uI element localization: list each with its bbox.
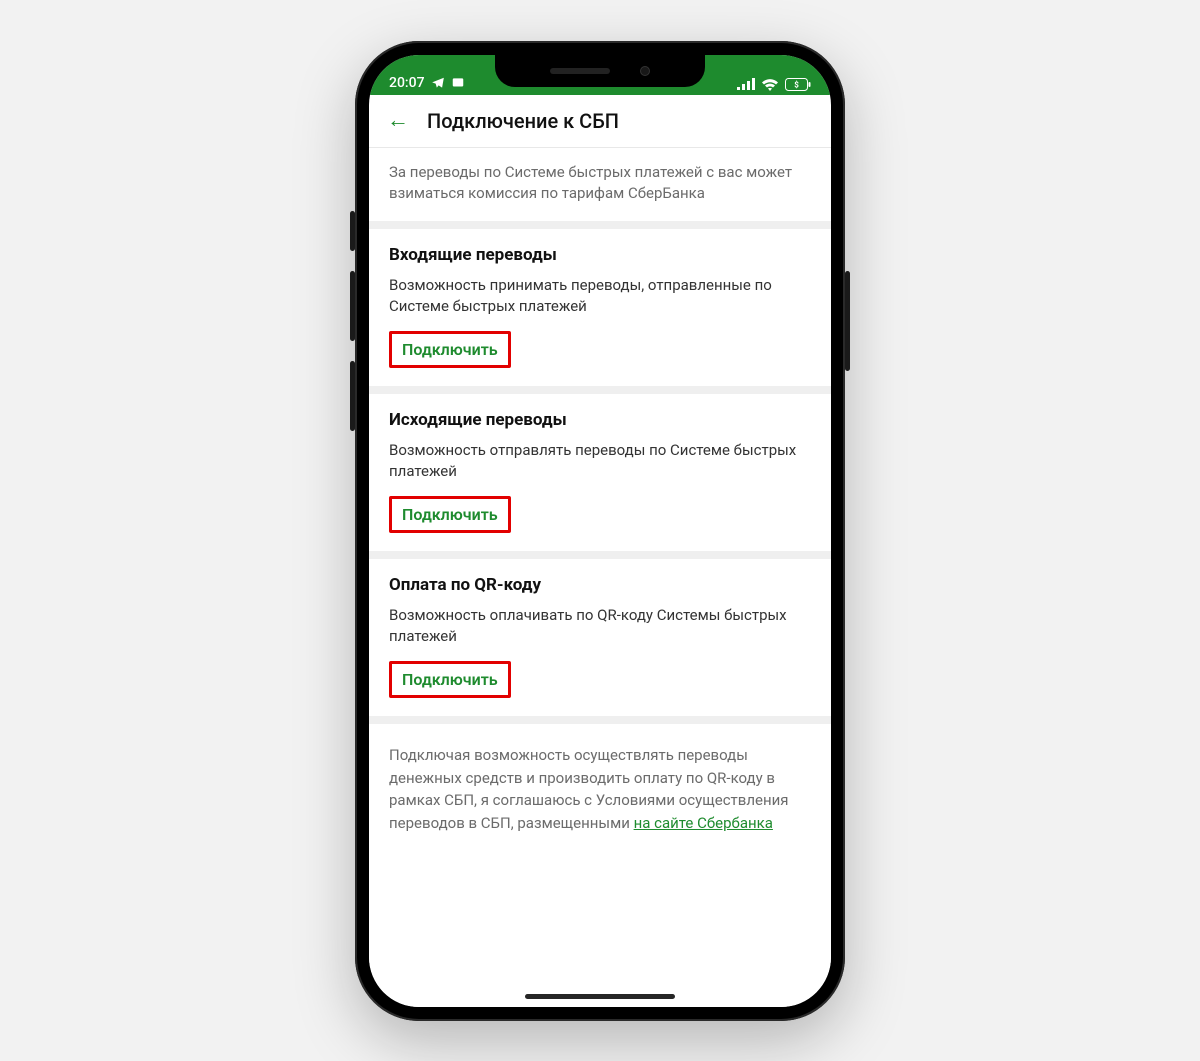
section-incoming-desc: Возможность принимать переводы, отправле… bbox=[389, 275, 811, 317]
section-outgoing: Исходящие переводы Возможность отправлят… bbox=[369, 386, 831, 551]
section-qr: Оплата по QR-коду Возможность оплачивать… bbox=[369, 551, 831, 716]
home-indicator[interactable] bbox=[525, 994, 675, 999]
page-title: Подключение к СБП bbox=[427, 109, 619, 133]
disclaimer-section: Подключая возможность осуществлять перев… bbox=[369, 716, 831, 858]
phone-volume-up bbox=[350, 271, 355, 341]
battery-icon: $ bbox=[785, 78, 811, 91]
content-scroll[interactable]: За переводы по Системе быстрых платежей … bbox=[369, 148, 831, 1007]
wifi-icon bbox=[761, 78, 779, 91]
info-note: За переводы по Системе быстрых платежей … bbox=[369, 148, 831, 222]
highlight-outgoing: Подключить bbox=[389, 496, 511, 533]
highlight-qr: Подключить bbox=[389, 661, 511, 698]
svg-text:$: $ bbox=[794, 80, 799, 89]
phone-frame: 20:07 $ ← Подключение к СБП За переводы … bbox=[355, 41, 845, 1021]
section-incoming-title: Входящие переводы bbox=[389, 245, 811, 265]
phone-notch bbox=[495, 55, 705, 87]
connect-incoming-button[interactable]: Подключить bbox=[392, 334, 508, 365]
phone-power-button bbox=[845, 271, 850, 371]
section-incoming: Входящие переводы Возможность принимать … bbox=[369, 221, 831, 386]
phone-mute-switch bbox=[350, 211, 355, 251]
signal-icon bbox=[737, 78, 755, 90]
section-outgoing-title: Исходящие переводы bbox=[389, 410, 811, 430]
section-qr-desc: Возможность оплачивать по QR-коду Систем… bbox=[389, 605, 811, 647]
disclaimer-text: Подключая возможность осуществлять перев… bbox=[389, 744, 811, 834]
phone-screen: 20:07 $ ← Подключение к СБП За переводы … bbox=[369, 55, 831, 1007]
section-outgoing-desc: Возможность отправлять переводы по Систе… bbox=[389, 440, 811, 482]
back-arrow-icon[interactable]: ← bbox=[387, 110, 409, 132]
section-qr-title: Оплата по QR-коду bbox=[389, 575, 811, 595]
highlight-incoming: Подключить bbox=[389, 331, 511, 368]
connect-outgoing-button[interactable]: Подключить bbox=[392, 499, 508, 530]
status-time: 20:07 bbox=[389, 75, 425, 91]
message-icon bbox=[451, 76, 465, 90]
app-header: ← Подключение к СБП bbox=[369, 95, 831, 148]
telegram-icon bbox=[431, 76, 445, 90]
disclaimer-link[interactable]: на сайте Сбербанка bbox=[634, 814, 773, 832]
phone-volume-down bbox=[350, 361, 355, 431]
connect-qr-button[interactable]: Подключить bbox=[392, 664, 508, 695]
